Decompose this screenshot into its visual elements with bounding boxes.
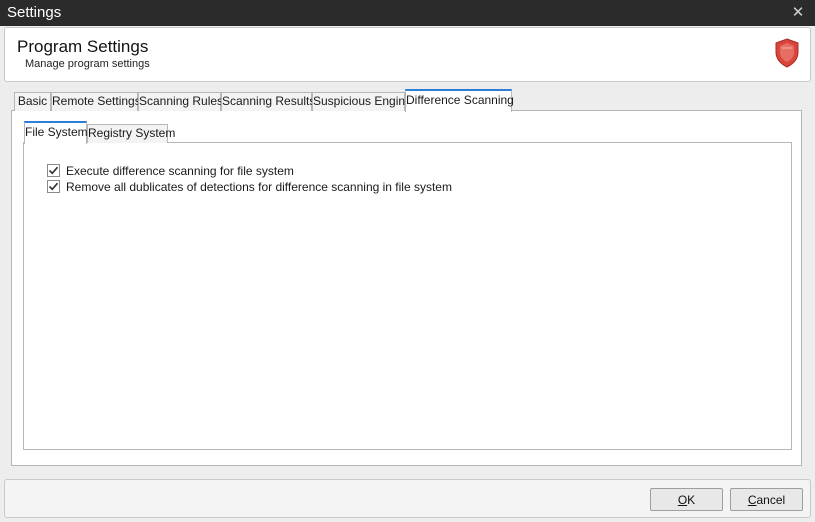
page-subtitle: Manage program settings — [25, 58, 150, 70]
title-bar: Settings ✕ — [0, 0, 815, 26]
shield-icon — [775, 38, 799, 68]
dialog-footer: OK Cancel — [4, 479, 811, 518]
cancel-label-rest: ancel — [756, 493, 786, 507]
window-title: Settings — [7, 4, 62, 21]
ok-mnemonic: O — [677, 493, 688, 507]
tab-remote-settings[interactable]: Remote Settings — [51, 92, 141, 111]
tab-file-system[interactable]: File System — [24, 121, 88, 144]
tab-scanning-results[interactable]: Scanning Results — [221, 92, 315, 111]
tab-scanning-rules[interactable]: Scanning Rules — [138, 92, 223, 111]
checkbox-label: Remove all dublicates of detections for … — [66, 179, 452, 194]
close-icon[interactable]: ✕ — [790, 3, 806, 21]
cancel-button[interactable]: Cancel — [730, 488, 803, 511]
ok-button[interactable]: OK — [650, 488, 723, 511]
checkbox[interactable] — [47, 164, 60, 177]
tab-difference-scanning[interactable]: Difference Scanning — [405, 89, 514, 112]
option-remove-duplicates[interactable]: Remove all dublicates of detections for … — [47, 179, 452, 194]
checkbox-label: Execute difference scanning for file sys… — [66, 163, 294, 178]
option-execute-difference-scanning[interactable]: Execute difference scanning for file sys… — [47, 163, 294, 178]
page-title: Program Settings — [17, 37, 149, 56]
checkmark-icon — [48, 182, 59, 191]
tab-basic[interactable]: Basic — [14, 92, 51, 111]
checkbox[interactable] — [47, 180, 60, 193]
tab-suspicious-engine[interactable]: Suspicious Engine — [312, 92, 412, 111]
header-panel: Program Settings Manage program settings — [4, 27, 811, 82]
checkmark-icon — [48, 166, 59, 175]
ok-label-rest: K — [687, 493, 696, 507]
tab-registry-system[interactable]: Registry System — [87, 124, 175, 143]
